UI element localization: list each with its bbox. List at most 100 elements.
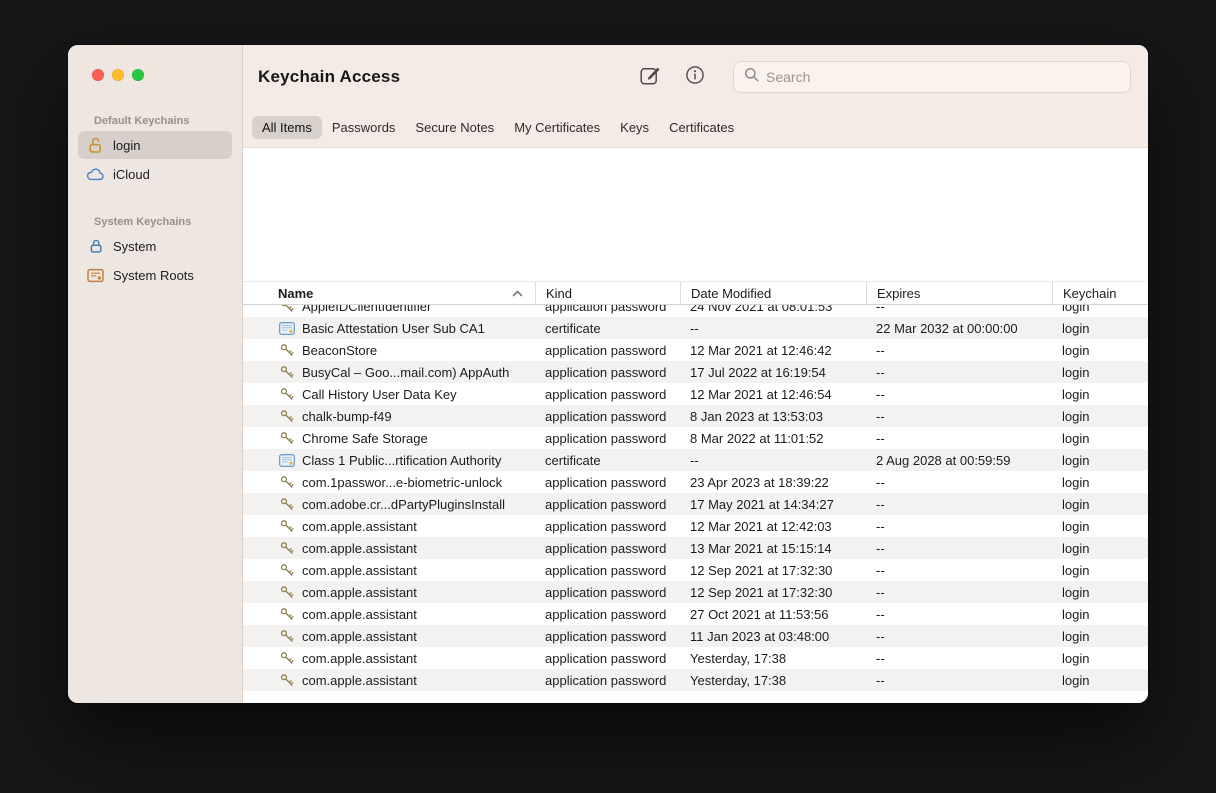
tab-my-certificates[interactable]: My Certificates xyxy=(504,116,610,139)
tab-secure-notes[interactable]: Secure Notes xyxy=(405,116,504,139)
item-keychain: login xyxy=(1052,581,1148,603)
item-kind: application password xyxy=(535,427,680,449)
item-expires: -- xyxy=(866,647,1052,669)
key-icon xyxy=(279,431,295,445)
table-row[interactable]: BeaconStoreapplication password12 Mar 20… xyxy=(243,339,1148,361)
table-row[interactable]: com.apple.assistantapplication password1… xyxy=(243,559,1148,581)
certificate-icon xyxy=(279,322,295,335)
tab-passwords[interactable]: Passwords xyxy=(322,116,406,139)
table-row[interactable]: com.1passwor...e-biometric-unlockapplica… xyxy=(243,471,1148,493)
table-row[interactable]: chalk-bump-f49application password8 Jan … xyxy=(243,405,1148,427)
unlock-icon xyxy=(86,137,105,154)
item-name-cell: com.apple.assistant xyxy=(243,559,535,581)
compose-button[interactable] xyxy=(640,65,661,89)
item-name-cell: chalk-bump-f49 xyxy=(243,405,535,427)
item-date-modified: Yesterday, 17:38 xyxy=(680,647,866,669)
table-row[interactable]: com.apple.assistantapplication password1… xyxy=(243,625,1148,647)
info-icon xyxy=(685,65,705,88)
search-field[interactable] xyxy=(733,61,1131,93)
item-keychain: login xyxy=(1052,515,1148,537)
item-keychain: login xyxy=(1052,427,1148,449)
item-keychain: login xyxy=(1052,361,1148,383)
close-window-button[interactable] xyxy=(92,69,104,81)
toolbar-actions xyxy=(640,65,705,89)
table-row[interactable]: com.apple.assistantapplication password2… xyxy=(243,603,1148,625)
search-icon xyxy=(744,67,759,87)
window-title: Keychain Access xyxy=(258,67,400,87)
column-header-date-modified[interactable]: Date Modified xyxy=(680,282,866,304)
column-header-name[interactable]: Name xyxy=(243,282,535,304)
item-expires: -- xyxy=(866,493,1052,515)
sidebar-item-system-roots[interactable]: System Roots xyxy=(78,261,232,289)
info-button[interactable] xyxy=(685,65,705,88)
toolbar: Keychain Access xyxy=(243,45,1148,108)
zoom-window-button[interactable] xyxy=(132,69,144,81)
key-icon xyxy=(279,365,295,379)
table-row[interactable]: com.apple.assistantapplication password1… xyxy=(243,515,1148,537)
tab-all-items[interactable]: All Items xyxy=(252,116,322,139)
item-name-cell: com.1passwor...e-biometric-unlock xyxy=(243,471,535,493)
item-kind: application password xyxy=(535,471,680,493)
item-date-modified: 27 Oct 2021 at 11:53:56 xyxy=(680,603,866,625)
search-input[interactable] xyxy=(766,69,1120,85)
sidebar-item-icloud[interactable]: iCloud xyxy=(78,160,232,188)
lock-icon xyxy=(86,238,105,254)
tab-keys[interactable]: Keys xyxy=(610,116,659,139)
table-row[interactable]: BusyCal – Goo...mail.com) AppAuthapplica… xyxy=(243,361,1148,383)
table-row[interactable]: Chrome Safe Storageapplication password8… xyxy=(243,427,1148,449)
item-name: com.apple.assistant xyxy=(302,585,417,600)
item-keychain: login xyxy=(1052,471,1148,493)
item-keychain: login xyxy=(1052,317,1148,339)
item-expires: -- xyxy=(866,305,1052,317)
table-row[interactable]: AppleIDClientIdentifierapplication passw… xyxy=(243,305,1148,317)
cloud-icon xyxy=(86,168,105,181)
column-header-keychain[interactable]: Keychain xyxy=(1052,282,1148,304)
item-name: Basic Attestation User Sub CA1 xyxy=(302,321,485,336)
item-kind: application password xyxy=(535,647,680,669)
item-kind: application password xyxy=(535,493,680,515)
key-icon xyxy=(279,475,295,489)
column-header-kind[interactable]: Kind xyxy=(535,282,680,304)
minimize-window-button[interactable] xyxy=(112,69,124,81)
item-name-cell: AppleIDClientIdentifier xyxy=(243,305,535,317)
item-expires: -- xyxy=(866,471,1052,493)
window-controls xyxy=(68,45,242,81)
tab-certificates[interactable]: Certificates xyxy=(659,116,744,139)
table-row[interactable]: com.apple.assistantapplication passwordY… xyxy=(243,669,1148,691)
key-icon xyxy=(279,541,295,555)
column-header-label: Expires xyxy=(877,286,920,301)
table-row[interactable]: com.apple.assistantapplication password1… xyxy=(243,537,1148,559)
sidebar: Default KeychainsloginiCloudSystem Keych… xyxy=(68,45,243,703)
item-date-modified: 12 Sep 2021 at 17:32:30 xyxy=(680,559,866,581)
column-header-expires[interactable]: Expires xyxy=(866,282,1052,304)
table-row[interactable]: com.apple.assistantapplication passwordY… xyxy=(243,647,1148,669)
sidebar-section-title: Default Keychains xyxy=(94,115,228,127)
sidebar-item-label: iCloud xyxy=(113,167,150,182)
key-icon xyxy=(279,607,295,621)
key-icon xyxy=(279,563,295,577)
table-row[interactable]: Call History User Data Keyapplication pa… xyxy=(243,383,1148,405)
item-name: com.apple.assistant xyxy=(302,607,417,622)
table-row[interactable]: com.adobe.cr...dPartyPluginsInstallappli… xyxy=(243,493,1148,515)
item-kind: application password xyxy=(535,669,680,691)
item-name: Class 1 Public...rtification Authority xyxy=(302,453,501,468)
item-name-cell: com.apple.assistant xyxy=(243,537,535,559)
key-icon xyxy=(279,343,295,357)
item-name-cell: com.adobe.cr...dPartyPluginsInstall xyxy=(243,493,535,515)
item-keychain: login xyxy=(1052,625,1148,647)
sidebar-item-label: login xyxy=(113,138,140,153)
item-expires: -- xyxy=(866,603,1052,625)
item-expires: -- xyxy=(866,669,1052,691)
table-row[interactable]: com.apple.assistantapplication password1… xyxy=(243,581,1148,603)
item-keychain: login xyxy=(1052,449,1148,471)
item-name-cell: com.apple.assistant xyxy=(243,581,535,603)
table-row[interactable]: Class 1 Public...rtification Authorityce… xyxy=(243,449,1148,471)
content-area: NameKindDate Modified Expires Keychain App… xyxy=(243,148,1148,703)
key-icon xyxy=(279,497,295,511)
table-row[interactable]: Basic Attestation User Sub CA1certificat… xyxy=(243,317,1148,339)
item-date-modified: 11 Jan 2023 at 03:48:00 xyxy=(680,625,866,647)
item-date-modified: 8 Jan 2023 at 13:53:03 xyxy=(680,405,866,427)
sidebar-item-login[interactable]: login xyxy=(78,131,232,159)
sidebar-item-system[interactable]: System xyxy=(78,232,232,260)
item-name-cell: BeaconStore xyxy=(243,339,535,361)
